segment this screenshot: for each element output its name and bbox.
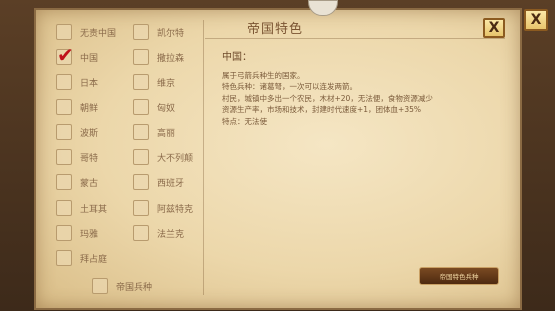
civ-option[interactable]: 大不列颠 [133,148,193,166]
civ-label: 匈奴 [157,103,176,114]
info-line: 特色兵种：诸葛弩，一次可以连发两箭。 [222,82,357,91]
civ-option[interactable]: 法兰克 [133,224,184,242]
column-divider [203,20,204,295]
checkbox[interactable] [56,74,72,90]
checkmark-icon: ✔ [57,43,74,67]
civ-option[interactable]: 维京 [133,73,175,91]
checkbox[interactable] [56,149,72,165]
info-line: 村民，城镇中多出一个农民，木材+20，无法便，食物资源减少 [222,93,433,103]
checkbox[interactable] [56,124,72,140]
close-icon: X [488,20,500,36]
civ-option[interactable]: ✔ 中国 [56,45,99,66]
checkbox[interactable] [133,225,149,241]
close-button-inner[interactable]: X [483,18,505,38]
checkbox[interactable] [133,149,149,165]
civ-label: 法兰克 [157,229,185,240]
civ-label: 土耳其 [80,204,108,215]
civ-option[interactable]: 土耳其 [56,199,107,217]
checkbox[interactable] [133,200,149,216]
civ-label: 日本 [80,78,99,89]
checkbox-checked[interactable]: ✔ [56,45,74,65]
civ-option[interactable]: 哥特 [56,148,98,166]
checkbox[interactable] [133,74,149,90]
checkbox[interactable] [56,99,72,115]
checkbox[interactable] [56,250,72,266]
civ-option[interactable]: 凯尔特 [133,23,184,41]
info-heading: 中国： [222,52,252,63]
imperial-units-option[interactable]: 帝国兵种 [92,277,152,295]
civ-option[interactable]: 朝鲜 [56,98,98,116]
civ-label: 中国 [80,53,99,64]
civ-label: 凯尔特 [157,28,185,39]
civ-label: 无责中国 [80,28,117,39]
close-icon: X [530,12,542,28]
checkbox[interactable] [133,99,149,115]
title-divider [205,38,505,39]
civ-option[interactable]: 玛雅 [56,224,98,242]
checkbox[interactable] [133,124,149,140]
checkbox[interactable] [56,24,72,40]
civ-label: 西班牙 [157,178,185,189]
civ-label: 维京 [157,78,176,89]
checkbox[interactable] [56,200,72,216]
panel-title: 帝国特色 [246,22,303,37]
info-line: 资源生产率，市场和技术，封建时代速度+1，团体血+35% [222,105,422,114]
info-line: 特点：无法使 [222,116,267,126]
civ-option[interactable]: 拜占庭 [56,249,107,267]
civ-label: 阿兹特克 [157,204,194,215]
civ-label: 大不列颠 [157,153,194,164]
imperial-units-button[interactable]: 帝国特色兵种 [419,267,499,285]
civ-label: 高丽 [157,128,176,139]
checkbox[interactable] [133,24,149,40]
civ-label: 哥特 [80,153,99,164]
civ-option[interactable]: 无责中国 [56,23,116,41]
civ-info-panel: 中国： 属于弓箭兵种生的国家。 特色兵种：诸葛弩，一次可以连发两箭。 村民，城镇… [222,52,502,127]
civ-option[interactable]: 高丽 [133,123,175,141]
civ-label: 玛雅 [80,229,99,240]
civ-option[interactable]: 波斯 [56,123,98,141]
civ-label: 朝鲜 [80,103,99,114]
info-line: 属于弓箭兵种生的国家。 [222,70,305,80]
checkbox[interactable] [133,49,149,65]
civ-option[interactable]: 撒拉森 [133,48,184,66]
checkbox[interactable] [133,174,149,190]
option-label: 帝国兵种 [116,282,153,293]
close-button-outer[interactable]: X [524,9,548,31]
civ-label: 拜占庭 [80,254,108,265]
civ-label: 撒拉森 [157,53,185,64]
civ-option[interactable]: 蒙古 [56,173,98,191]
civ-option[interactable]: 匈奴 [133,98,175,116]
civ-option[interactable]: 日本 [56,73,98,91]
checkbox[interactable] [56,225,72,241]
checkbox[interactable] [56,174,72,190]
civ-label: 蒙古 [80,178,99,189]
civ-option[interactable]: 阿兹特克 [133,199,193,217]
checkbox[interactable] [92,278,108,294]
civ-label: 波斯 [80,128,99,139]
civ-option[interactable]: 西班牙 [133,173,184,191]
